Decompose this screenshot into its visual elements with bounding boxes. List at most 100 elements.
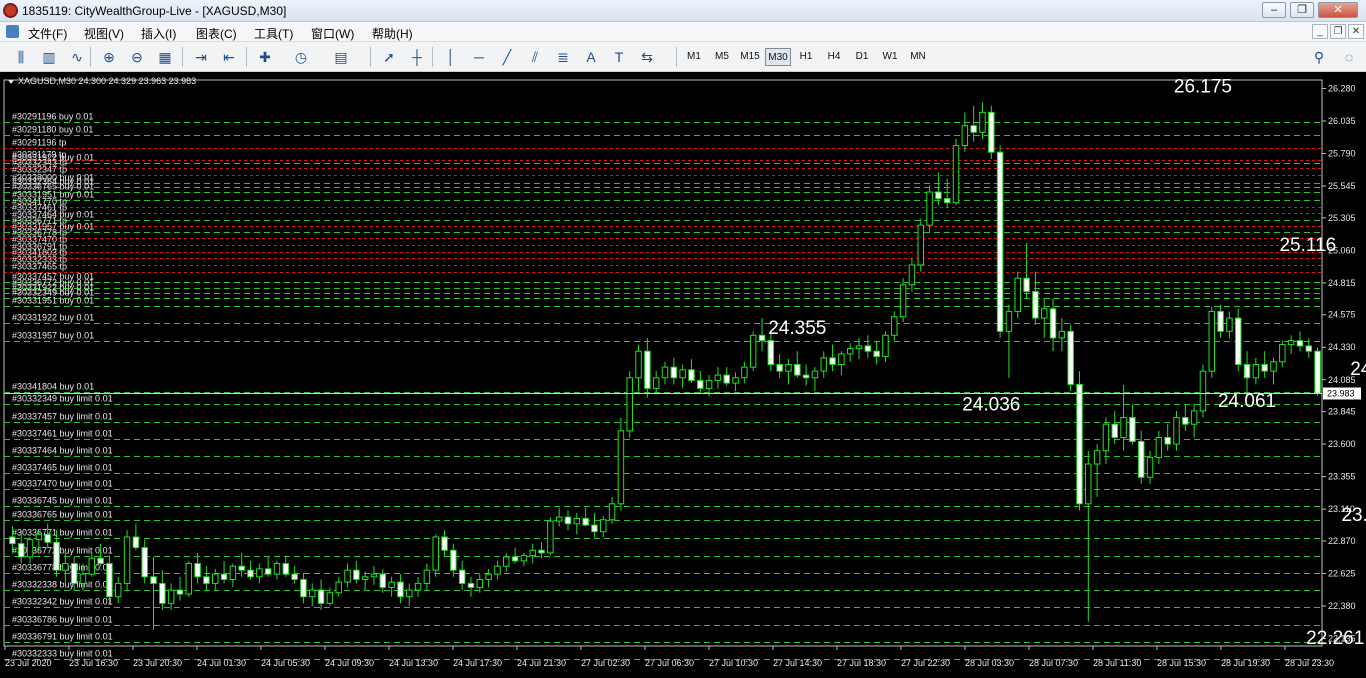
candle-chart-icon[interactable]: ▥	[38, 47, 60, 67]
candle-bearish	[1305, 345, 1313, 352]
order-level-label: #30331951 buy 0.01	[12, 296, 94, 306]
text-icon[interactable]: A	[580, 47, 602, 67]
arrows-icon[interactable]: ⇆	[636, 47, 658, 67]
price-tick-label: 25.545	[1328, 181, 1356, 191]
maximize-button[interactable]: ❐	[1290, 2, 1314, 18]
equidistant-channel-icon[interactable]: ⫽	[524, 47, 546, 67]
candle-bearish	[238, 565, 245, 571]
candle-bullish	[626, 377, 633, 432]
menu-help[interactable]: 帮助(H)	[372, 25, 413, 42]
price-tick-label: 24.330	[1328, 342, 1356, 352]
cursor-icon[interactable]: ➚	[378, 47, 400, 67]
time-tick-label: 24 Jul 13:30	[389, 658, 438, 668]
bar-chart-icon[interactable]: ⫼	[10, 47, 32, 67]
periods-icon[interactable]: ◷	[290, 47, 312, 67]
candle-bearish	[1032, 291, 1039, 319]
trendline-icon[interactable]: ╱	[496, 47, 518, 67]
timeframe-m30-button[interactable]: M30	[765, 48, 791, 66]
search-icon[interactable]: ⚲	[1308, 47, 1330, 67]
menu-file[interactable]: 文件(F)	[28, 25, 67, 42]
crosshair-icon[interactable]: ┼	[406, 47, 428, 67]
order-level-label: #30336791 buy limit 0.01	[12, 632, 113, 642]
timeframe-m5-button[interactable]: M5	[709, 48, 735, 66]
menu-insert[interactable]: 插入(I)	[141, 25, 176, 42]
candle-bearish	[688, 369, 695, 381]
candle-bearish	[758, 334, 766, 342]
chat-icon[interactable]: ◌	[1338, 47, 1360, 67]
order-level-label: #30291180 buy 0.01	[12, 125, 93, 135]
timeframe-d1-button[interactable]: D1	[849, 48, 875, 66]
timeframe-mn-button[interactable]: MN	[905, 48, 931, 66]
timeframe-m15-button[interactable]: M15	[737, 48, 763, 66]
line-chart-icon[interactable]: ∿	[66, 47, 88, 67]
candle-bearish	[1217, 310, 1224, 332]
close-button[interactable]: ✕	[1318, 2, 1358, 18]
timeframe-h4-button[interactable]: H4	[821, 48, 847, 66]
templates-icon[interactable]: ▤	[330, 47, 352, 67]
auto-scroll-icon[interactable]: ⇤	[218, 47, 240, 67]
fibonacci-icon[interactable]: ≣	[552, 47, 574, 67]
candle-bullish	[1093, 450, 1101, 465]
menu-tools[interactable]: 工具(T)	[254, 25, 293, 42]
candle-bullish	[785, 363, 792, 372]
candle-bullish	[749, 334, 757, 368]
indicators-icon[interactable]: ✚	[254, 47, 276, 67]
candle-bullish	[555, 516, 563, 522]
candle-bullish	[635, 350, 642, 379]
text-label-icon[interactable]: T	[608, 47, 630, 67]
menu-charts[interactable]: 图表(C)	[196, 25, 237, 42]
time-tick-label: 28 Jul 07:30	[1029, 658, 1078, 668]
candle-bearish	[1111, 423, 1118, 438]
candle-bullish	[406, 589, 413, 598]
candle-bullish	[882, 334, 889, 358]
order-level-label: #30341804 buy 0.01	[12, 382, 94, 392]
timeframe-w1-button[interactable]: W1	[877, 48, 903, 66]
candle-bearish	[582, 517, 589, 526]
child-restore-button[interactable]: ❐	[1330, 24, 1346, 39]
order-level-label: #30331922 buy 0.01	[12, 313, 94, 323]
candle-bullish	[520, 555, 528, 562]
child-minimize-button[interactable]: _	[1312, 24, 1328, 39]
candle-bullish	[1190, 410, 1198, 425]
price-tick-label: 24.815	[1328, 278, 1356, 288]
child-close-button[interactable]: ✕	[1348, 24, 1364, 39]
candle-bullish	[732, 377, 739, 384]
candle-bullish	[1014, 277, 1021, 312]
candle-bullish	[652, 377, 660, 389]
candle-bullish	[608, 503, 616, 521]
order-level-label: #30337461 buy limit 0.01	[12, 429, 113, 439]
candle-bearish	[1129, 417, 1136, 442]
collapse-triangle-icon[interactable]	[8, 80, 14, 84]
menu-window[interactable]: 窗口(W)	[311, 25, 354, 42]
price-chart[interactable]: #30291196 buy 0.01 #30291180 buy 0.01 #302…	[0, 72, 1366, 678]
horizontal-line-icon[interactable]: ─	[468, 47, 490, 67]
time-tick-label: 23 Jul 2020	[5, 658, 52, 668]
zoom-in-icon[interactable]: ⊕	[98, 47, 120, 67]
chart-shift-icon[interactable]: ⇥	[190, 47, 212, 67]
price-tick-label: 22.380	[1328, 601, 1356, 611]
zoom-out-icon[interactable]: ⊖	[126, 47, 148, 67]
candle-bearish	[873, 350, 880, 358]
order-level-label: #30337465 buy limit 0.01	[12, 463, 113, 473]
candle-bearish	[97, 557, 104, 565]
order-level-label: #30337465 tp	[12, 262, 67, 272]
candle-bearish	[538, 549, 545, 554]
minimize-button[interactable]: –	[1262, 2, 1286, 18]
chart-area[interactable]: #30291196 buy 0.01 #30291180 buy 0.01 #302…	[0, 72, 1366, 678]
candle-bearish	[591, 524, 598, 533]
timeframe-h1-button[interactable]: H1	[793, 48, 819, 66]
candle-bearish	[829, 357, 836, 365]
menu-view[interactable]: 视图(V)	[84, 25, 124, 42]
order-level-label: #30332333 buy limit 0.01	[12, 649, 113, 659]
tile-windows-icon[interactable]: ▦	[154, 47, 176, 67]
candle-bearish	[176, 589, 184, 595]
timeframe-m1-button[interactable]: M1	[681, 48, 707, 66]
candle-bearish	[670, 366, 678, 379]
time-tick-label: 24 Jul 01:30	[197, 658, 246, 668]
vertical-line-icon[interactable]: │	[440, 47, 462, 67]
candle-bullish	[26, 539, 34, 558]
candle-bearish	[291, 573, 298, 580]
order-level-label: #30291196 buy 0.01	[12, 112, 93, 122]
candle-bearish	[1261, 363, 1268, 372]
candle-bullish	[344, 569, 351, 583]
